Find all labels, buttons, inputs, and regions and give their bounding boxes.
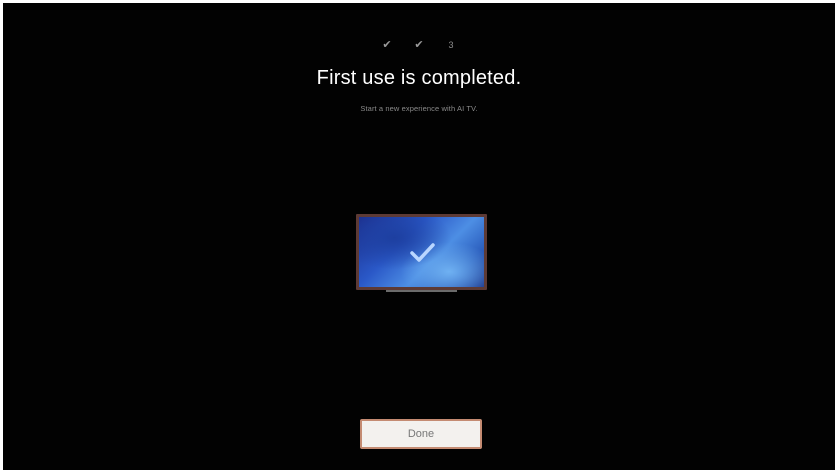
progress-steps: ✔ ✔ 3 [3,39,835,51]
done-button[interactable]: Done [360,419,482,449]
tv-setup-screen: ✔ ✔ 3 First use is completed. Start a ne… [3,3,835,470]
page-title: First use is completed. [316,67,522,89]
page-subtitle: Start a new experience with AI TV. [360,104,478,113]
step-3-number: 3 [448,40,454,50]
tv-checkmark-icon [410,243,435,262]
step-2-check-icon: ✔ [414,39,424,51]
tv-illustration [356,214,487,294]
step-1-check-icon: ✔ [382,39,392,51]
tv-frame [356,214,487,290]
tv-stand [386,290,457,292]
tv-screen [359,217,484,287]
